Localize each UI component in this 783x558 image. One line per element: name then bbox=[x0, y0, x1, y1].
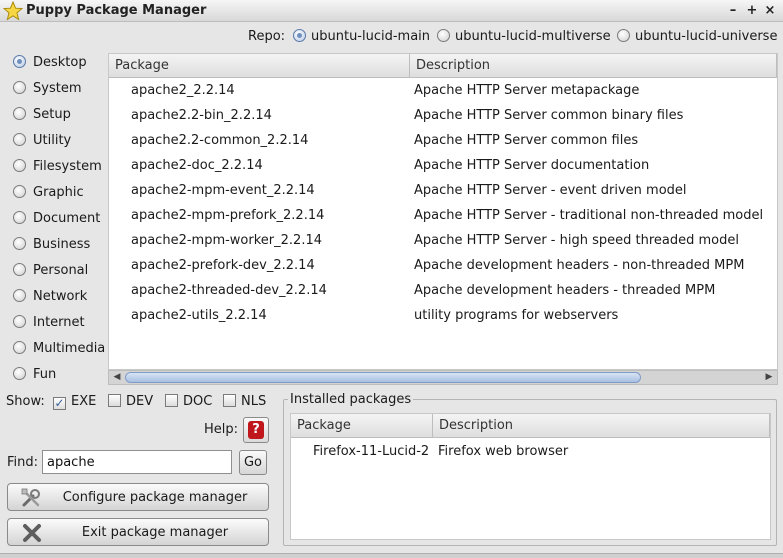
category-system[interactable]: System bbox=[13, 79, 81, 99]
checkbox-icon bbox=[223, 394, 236, 407]
window-title: Puppy Package Manager bbox=[26, 3, 207, 18]
installed-packages-title: Installed packages bbox=[288, 392, 414, 407]
radio-icon bbox=[437, 29, 450, 42]
show-exe-checkbox[interactable]: ✓ EXE bbox=[53, 394, 96, 410]
category-business[interactable]: Business bbox=[13, 235, 90, 255]
column-header-description[interactable]: Description bbox=[410, 54, 777, 78]
go-button[interactable]: Go bbox=[239, 450, 267, 475]
find-input[interactable] bbox=[42, 450, 232, 474]
configure-button-label: Configure package manager bbox=[62, 490, 248, 505]
table-row[interactable]: apache2-mpm-worker_2.2.14 Apache HTTP Ser… bbox=[109, 228, 777, 253]
table-row[interactable]: apache2-mpm-prefork_2.2.14 Apache HTTP Se… bbox=[109, 203, 777, 228]
table-row[interactable]: apache2-threaded-dev_2.2.14 Apache develo… bbox=[109, 278, 777, 303]
category-fun[interactable]: Fun bbox=[13, 365, 56, 385]
category-filesystem[interactable]: Filesystem bbox=[13, 157, 102, 177]
category-graphic[interactable]: Graphic bbox=[13, 183, 84, 203]
show-label: Show: bbox=[6, 394, 45, 409]
category-setup[interactable]: Setup bbox=[13, 105, 71, 125]
column-header-package[interactable]: Package bbox=[109, 54, 410, 78]
category-multimedia[interactable]: Multimedia bbox=[13, 339, 105, 359]
package-list[interactable]: Package Description apache2_2.2.14 Apache… bbox=[108, 53, 778, 370]
minimize-button[interactable]: – bbox=[725, 2, 741, 19]
repo-option-multiverse[interactable]: ubuntu-lucid-multiverse bbox=[437, 29, 611, 47]
repo-option-main[interactable]: ubuntu-lucid-main bbox=[293, 29, 430, 47]
category-internet[interactable]: Internet bbox=[13, 313, 85, 333]
exit-button[interactable]: Exit package manager bbox=[7, 518, 269, 546]
repo-label: Repo: bbox=[248, 29, 286, 44]
radio-icon bbox=[13, 341, 26, 354]
title-bar[interactable]: Puppy Package Manager – + × bbox=[0, 0, 783, 22]
radio-icon bbox=[13, 315, 26, 328]
question-icon: ? bbox=[248, 421, 264, 439]
table-row[interactable]: apache2-prefork-dev_2.2.14 Apache develop… bbox=[109, 253, 777, 278]
radio-icon bbox=[13, 237, 26, 250]
radio-icon bbox=[13, 211, 26, 224]
help-label: Help: bbox=[204, 422, 239, 437]
find-label: Find: bbox=[7, 455, 39, 470]
table-row[interactable]: apache2-utils_2.2.14 utility programs for… bbox=[109, 303, 777, 328]
show-nls-checkbox[interactable]: NLS bbox=[223, 394, 266, 409]
radio-icon bbox=[13, 133, 26, 146]
category-desktop[interactable]: Desktop bbox=[13, 53, 87, 73]
radio-icon bbox=[13, 289, 26, 302]
horizontal-scrollbar[interactable]: ◀ ▶ bbox=[108, 370, 778, 385]
table-row[interactable]: apache2.2-common_2.2.14 Apache HTTP Serve… bbox=[109, 128, 777, 153]
maximize-button[interactable]: + bbox=[744, 2, 760, 19]
table-row[interactable]: apache2_2.2.14 Apache HTTP Server metapac… bbox=[109, 78, 777, 103]
help-button[interactable]: ? bbox=[243, 417, 269, 443]
installed-package-list[interactable]: Package Description Firefox-11-Lucid-2 F… bbox=[290, 413, 771, 540]
table-row[interactable]: Firefox-11-Lucid-2 Firefox web browser bbox=[291, 440, 770, 464]
repo-option-universe[interactable]: ubuntu-lucid-universe bbox=[617, 29, 777, 47]
radio-icon bbox=[13, 107, 26, 120]
scroll-right-icon[interactable]: ▶ bbox=[762, 371, 776, 384]
radio-icon bbox=[13, 263, 26, 276]
package-manager-window: Puppy Package Manager – + × Repo: ubuntu… bbox=[0, 0, 783, 558]
category-network[interactable]: Network bbox=[13, 287, 87, 307]
column-header-description[interactable]: Description bbox=[433, 414, 770, 438]
column-header-package[interactable]: Package bbox=[291, 414, 433, 438]
radio-icon bbox=[13, 159, 26, 172]
radio-icon bbox=[293, 29, 306, 42]
window-bottom-edge bbox=[0, 553, 783, 558]
exit-button-label: Exit package manager bbox=[81, 525, 229, 540]
radio-icon bbox=[13, 55, 26, 68]
table-row[interactable]: apache2.2-bin_2.2.14 Apache HTTP Server c… bbox=[109, 103, 777, 128]
scroll-thumb[interactable] bbox=[125, 372, 641, 383]
configure-button[interactable]: Configure package manager bbox=[7, 483, 269, 511]
category-utility[interactable]: Utility bbox=[13, 131, 71, 151]
table-row[interactable]: apache2-mpm-event_2.2.14 Apache HTTP Serv… bbox=[109, 178, 777, 203]
scroll-left-icon[interactable]: ◀ bbox=[110, 371, 124, 384]
checkbox-icon bbox=[108, 394, 121, 407]
table-row[interactable]: apache2-doc_2.2.14 Apache HTTP Server doc… bbox=[109, 153, 777, 178]
radio-icon bbox=[617, 29, 630, 42]
checkmark-icon: ✓ bbox=[53, 396, 66, 410]
category-personal[interactable]: Personal bbox=[13, 261, 88, 281]
checkbox-icon bbox=[165, 394, 178, 407]
show-doc-checkbox[interactable]: DOC bbox=[165, 394, 212, 409]
radio-icon bbox=[13, 81, 26, 94]
category-document[interactable]: Document bbox=[13, 209, 100, 229]
radio-icon bbox=[13, 367, 26, 380]
show-dev-checkbox[interactable]: DEV bbox=[108, 394, 153, 409]
close-button[interactable]: × bbox=[762, 2, 778, 19]
radio-icon bbox=[13, 185, 26, 198]
star-icon bbox=[3, 1, 23, 21]
